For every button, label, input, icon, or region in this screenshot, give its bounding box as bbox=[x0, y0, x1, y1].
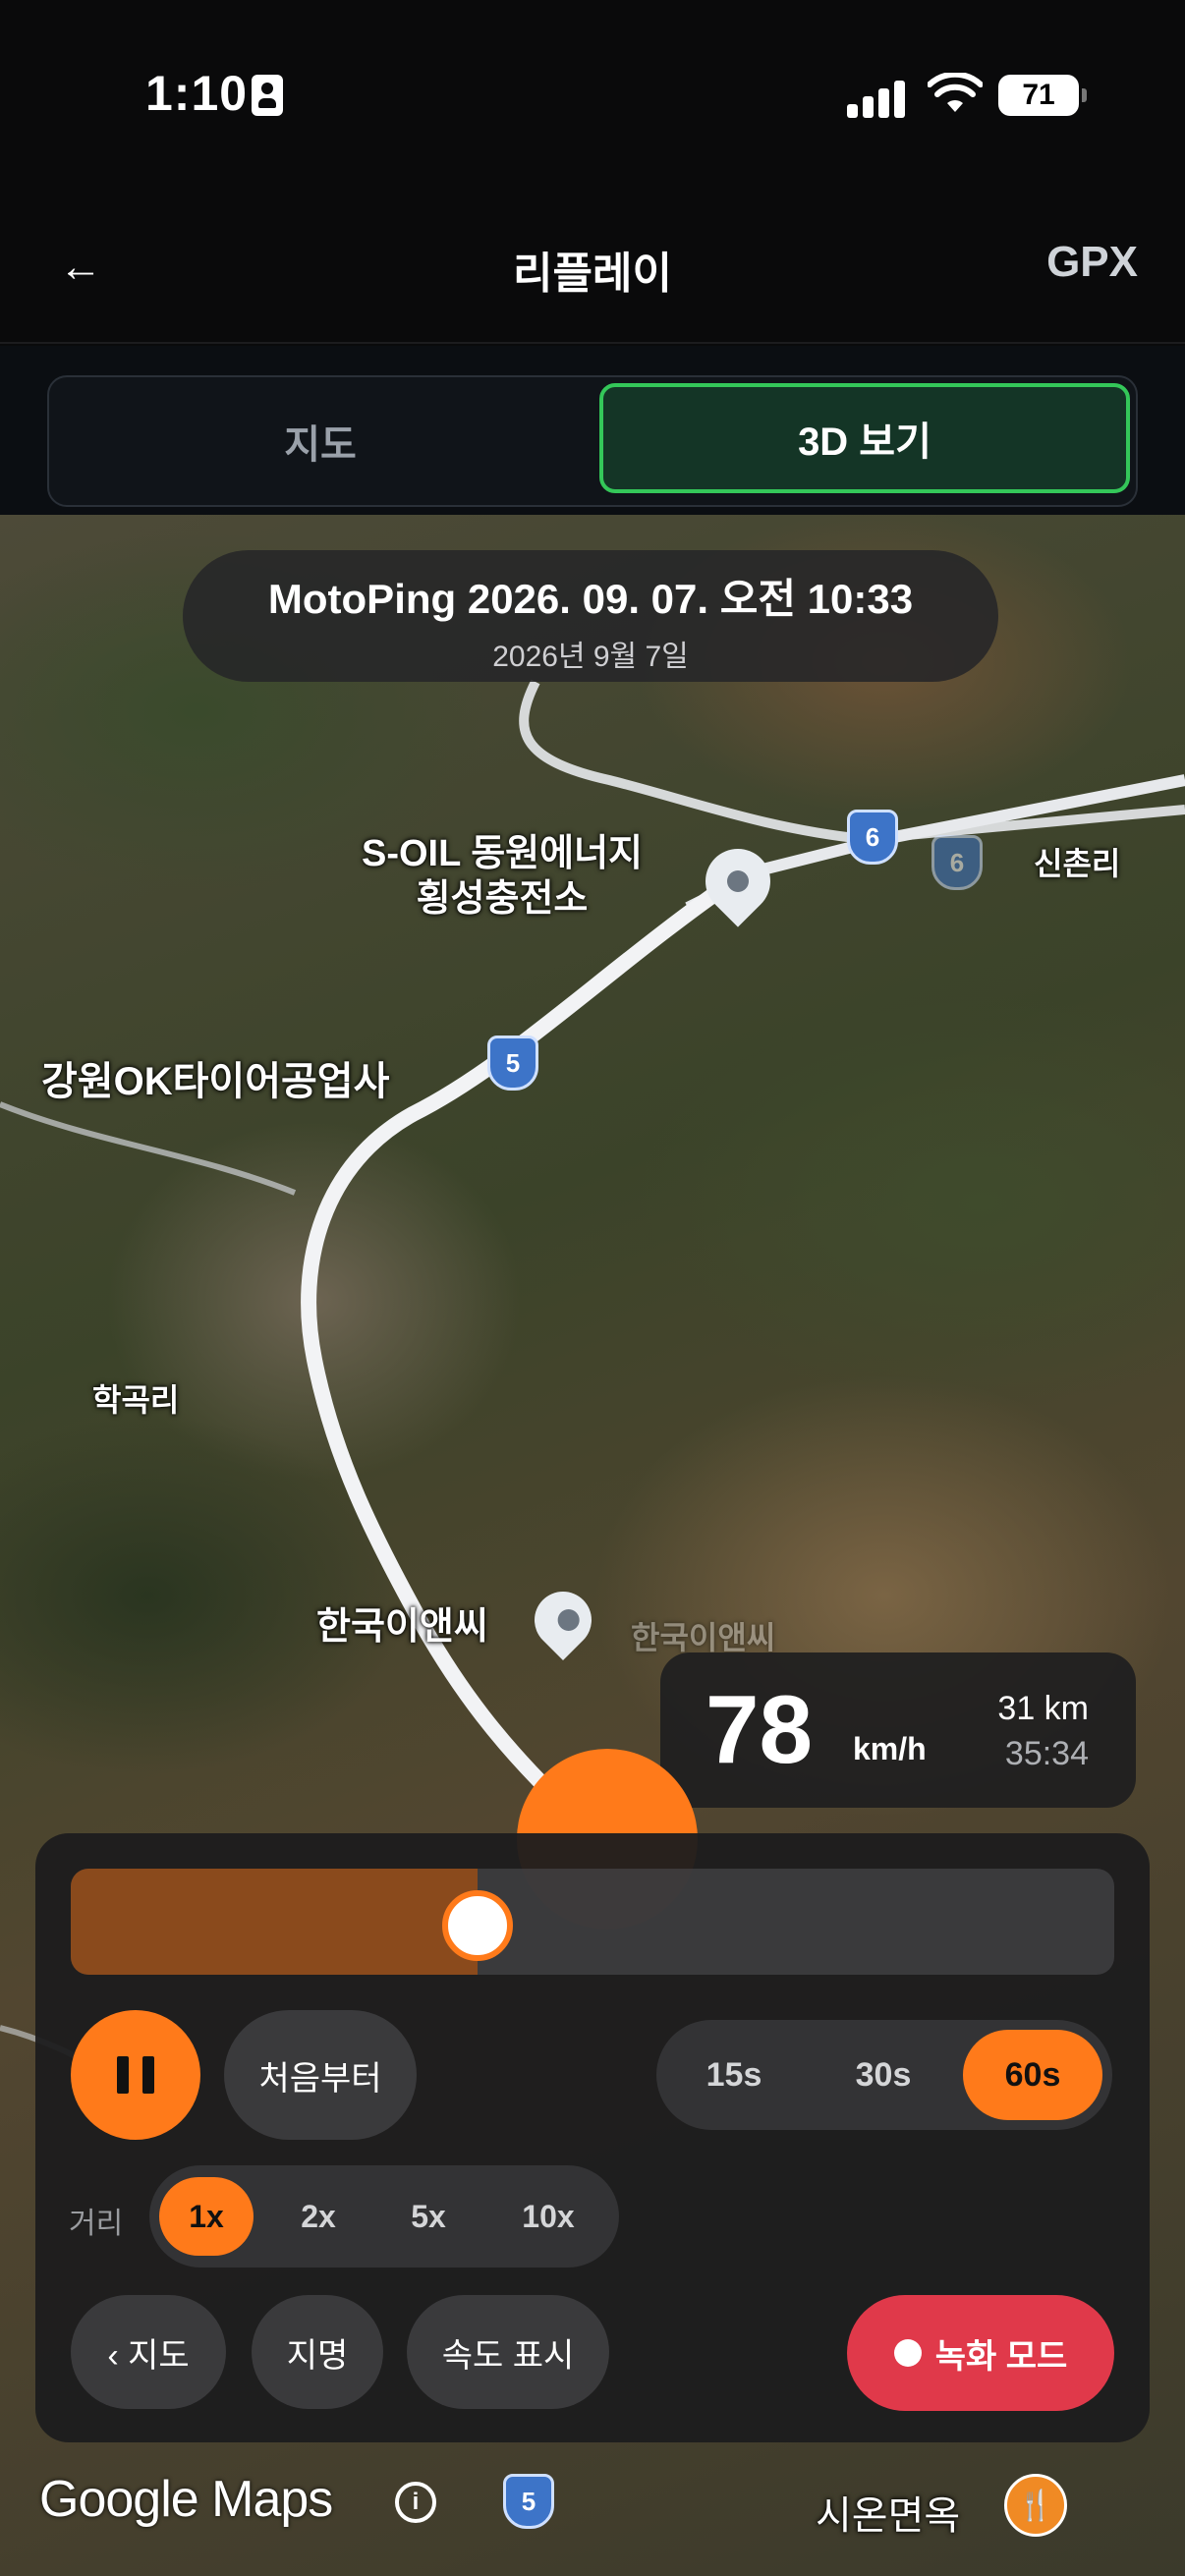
gpx-button[interactable]: GPX bbox=[1046, 238, 1138, 287]
window-60s-button[interactable]: 60s bbox=[963, 2030, 1102, 2120]
back-to-map-button[interactable]: ‹ 지도 bbox=[71, 2295, 226, 2409]
map-label-station-name: S-OIL 동원에너지 bbox=[362, 833, 643, 874]
show-speed-toggle[interactable]: 속도 표시 bbox=[407, 2295, 609, 2409]
restart-button[interactable]: 처음부터 bbox=[224, 2010, 417, 2140]
pause-icon bbox=[117, 2056, 129, 2094]
speed-value: 78 bbox=[705, 1675, 814, 1783]
route-shield-icon: 5 bbox=[503, 2474, 554, 2529]
google-maps-logo: Google Maps bbox=[39, 2471, 333, 2528]
record-mode-label: 녹화 모드 bbox=[934, 2337, 1068, 2376]
map-label-station[interactable]: S-OIL 동원에너지 횡성충전소 bbox=[362, 831, 643, 922]
route-shield-icon: 6 bbox=[847, 810, 898, 865]
pause-button[interactable] bbox=[71, 2010, 200, 2140]
route-shield-icon: 5 bbox=[487, 1036, 538, 1091]
ride-date: 2026년 9월 7일 bbox=[492, 641, 689, 673]
multiplier-2x-button[interactable]: 2x bbox=[271, 2177, 366, 2256]
speed-readout: 78 km/h 31 km 35:34 bbox=[660, 1652, 1136, 1808]
map-label-station-branch: 횡성충전소 bbox=[416, 878, 589, 920]
distance-multiplier-selector: 1x 2x 5x 10x bbox=[149, 2165, 619, 2268]
status-bar: 1:10 71 bbox=[0, 0, 1185, 187]
cellular-signal-icon bbox=[847, 79, 908, 118]
window-15s-button[interactable]: 15s bbox=[664, 2030, 804, 2120]
replay-progress-bar[interactable] bbox=[71, 1869, 1114, 1975]
nav-header: ← 리플레이 GPX bbox=[0, 187, 1185, 344]
map-label-hakgok[interactable]: 학곡리 bbox=[92, 1375, 179, 1421]
map-label-restaurant[interactable]: 시온면옥 bbox=[816, 2484, 960, 2541]
battery-icon: 71 bbox=[998, 75, 1087, 116]
map-label-company[interactable]: 한국이앤씨 bbox=[316, 1596, 488, 1650]
wifi-icon bbox=[928, 73, 983, 112]
view-toggle-bar: 지도 3D 보기 bbox=[0, 346, 1185, 515]
elapsed-time: 35:34 bbox=[1004, 1735, 1089, 1772]
status-time: 1:10 bbox=[145, 66, 249, 121]
time-window-selector: 15s 30s 60s bbox=[656, 2020, 1112, 2130]
map-label-sinchon[interactable]: 신촌리 bbox=[1034, 839, 1120, 884]
ride-title: MotoPing 2026. 09. 07. 오전 10:33 bbox=[267, 576, 914, 622]
progress-handle[interactable] bbox=[442, 1890, 513, 1961]
multiplier-10x-button[interactable]: 10x bbox=[493, 2177, 603, 2256]
multiplier-1x-button[interactable]: 1x bbox=[159, 2177, 254, 2256]
tab-map[interactable]: 지도 bbox=[55, 383, 586, 499]
view-toggle: 지도 3D 보기 bbox=[47, 375, 1138, 507]
multiplier-5x-button[interactable]: 5x bbox=[381, 2177, 476, 2256]
record-mode-button[interactable]: 녹화 모드 bbox=[847, 2295, 1114, 2411]
info-icon[interactable]: i bbox=[395, 2482, 436, 2523]
progress-fill bbox=[71, 1869, 478, 1975]
distance-multiplier-label: 거리 bbox=[69, 2208, 124, 2240]
tab-3d-view[interactable]: 3D 보기 bbox=[599, 383, 1130, 493]
restaurant-icon[interactable]: 🍴 bbox=[1004, 2474, 1067, 2537]
record-dot-icon bbox=[893, 2339, 922, 2367]
contact-card-icon bbox=[252, 75, 283, 116]
distance-value: 31 km bbox=[997, 1690, 1089, 1727]
place-names-toggle[interactable]: 지명 bbox=[252, 2295, 383, 2409]
route-shield-icon: 6 bbox=[931, 835, 983, 890]
map-label-tire-shop[interactable]: 강원OK타이어공업사 bbox=[41, 1049, 389, 1106]
window-30s-button[interactable]: 30s bbox=[814, 2030, 953, 2120]
ride-info-card: MotoPing 2026. 09. 07. 오전 10:33 2026년 9월… bbox=[183, 550, 998, 682]
page-title: 리플레이 bbox=[513, 250, 672, 298]
speed-unit: km/h bbox=[853, 1731, 927, 1766]
